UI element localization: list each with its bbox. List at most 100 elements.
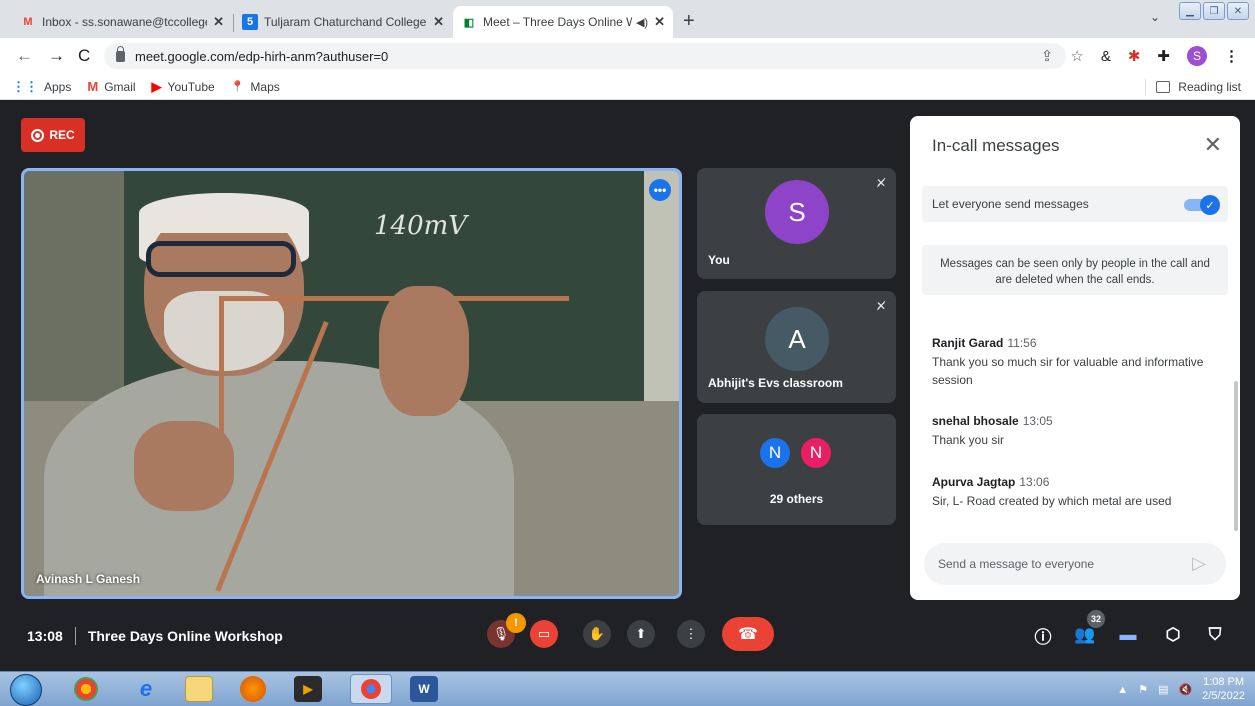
extension-icon[interactable]: &	[1101, 48, 1111, 65]
close-tab-icon[interactable]: ✕	[654, 14, 665, 30]
participant-tile-others[interactable]: N N 29 others	[697, 414, 896, 525]
maximize-button[interactable]: ❐	[1203, 2, 1225, 20]
bookmark-star-icon[interactable]: ☆	[1070, 47, 1083, 65]
chrome-profile-taskbar-icon[interactable]	[350, 674, 392, 704]
avatar: A	[765, 307, 829, 371]
tab-college[interactable]: 5 Tuljaram Chaturchand College of ✕	[234, 6, 452, 38]
speaker-hand-right	[379, 286, 469, 416]
new-tab-button[interactable]: +	[683, 10, 695, 33]
close-tab-icon[interactable]: ✕	[433, 14, 444, 30]
system-clock[interactable]: 1:08 PM 2/5/2022	[1202, 676, 1245, 704]
internet-explorer-icon[interactable]: e	[132, 676, 160, 702]
reading-list-icon	[1156, 81, 1171, 93]
send-messages-toggle[interactable]: ✓	[1184, 195, 1220, 215]
chrome-icon[interactable]	[74, 677, 98, 701]
share-icon[interactable]: ⇪	[1041, 47, 1054, 65]
meeting-details-icon[interactable]: ⓘ	[1031, 623, 1055, 647]
speaker-hair-top	[139, 193, 309, 233]
host-controls-icon[interactable]: ⛉	[1203, 623, 1227, 647]
bookmark-gmail[interactable]: M Gmail	[87, 79, 135, 94]
extensions-puzzle-icon[interactable]: ✚	[1157, 47, 1170, 65]
avatar: N	[758, 436, 792, 470]
forward-arrow-icon[interactable]: →	[48, 46, 65, 66]
college-site-icon: 5	[242, 14, 258, 30]
check-icon: ✓	[1200, 195, 1220, 215]
bookmark-label: YouTube	[167, 79, 215, 94]
send-message-input[interactable]	[924, 543, 1226, 585]
hand-icon: ✋	[588, 626, 606, 641]
tray-expand-icon[interactable]: ▲	[1117, 684, 1128, 696]
message-text: Thank you sir	[932, 432, 1005, 447]
tab-meet[interactable]: ◧ Meet – Three Days Online W ◀) ✕	[453, 6, 673, 38]
participant-tile-you[interactable]: S ✕̸ You	[697, 168, 896, 279]
let-everyone-send-row: Let everyone send messages ✓	[922, 186, 1228, 222]
present-button[interactable]: ⬆	[627, 620, 655, 648]
file-explorer-icon[interactable]	[185, 676, 213, 702]
close-tab-icon[interactable]: ✕	[213, 14, 224, 30]
more-options-button[interactable]: ⋮	[677, 620, 705, 648]
close-window-button[interactable]: ✕	[1227, 2, 1249, 20]
present-screen-icon: ⬆	[635, 626, 647, 641]
message-sender: Apurva Jagtap	[932, 475, 1016, 489]
bookmarks-bar: ⋮⋮ Apps M Gmail ▶ YouTube 📍 Maps Reading…	[0, 74, 1255, 100]
main-speaker-video[interactable]: 140mV ••• Avinash L Ganesh	[21, 168, 682, 599]
participant-tile-abhijit[interactable]: A ✕̸ Abhijit's Evs classroom	[697, 291, 896, 403]
camera-button[interactable]: ▭	[530, 620, 558, 648]
chat-scrollbar[interactable]	[1234, 381, 1238, 531]
maps-icon: 📍	[230, 81, 245, 93]
extension-bug-icon[interactable]: ✱	[1128, 47, 1141, 65]
back-arrow-icon[interactable]: ←	[16, 46, 33, 66]
people-icon[interactable]: 👥	[1073, 623, 1097, 647]
meeting-name: Three Days Online Workshop	[87, 628, 283, 644]
recording-indicator[interactable]: REC	[21, 118, 85, 152]
browser-menu-icon[interactable]: ⋮	[1224, 47, 1239, 65]
system-tray: ▲ ⚑ ▤ 🔇 1:08 PM 2/5/2022	[1117, 676, 1245, 704]
gmail-icon: M	[23, 16, 33, 28]
word-icon[interactable]: W	[410, 676, 438, 702]
start-button[interactable]	[10, 674, 42, 706]
tab-gmail-inbox[interactable]: M Inbox - ss.sonawane@tccollege.c ✕	[12, 6, 232, 38]
speaker-name: Avinash L Ganesh	[36, 572, 141, 586]
hang-up-icon: ☎	[738, 626, 758, 643]
send-icon[interactable]: ▷	[1192, 553, 1206, 574]
activities-icon[interactable]: ⬡	[1161, 623, 1185, 647]
profile-avatar[interactable]: S	[1187, 46, 1207, 66]
bookmark-apps[interactable]: ⋮⋮ Apps	[12, 79, 71, 95]
leave-call-button[interactable]: ☎	[722, 617, 774, 651]
close-icon[interactable]: ✕	[1204, 132, 1222, 158]
meeting-info: 13:08 Three Days Online Workshop	[27, 627, 283, 645]
media-player-icon[interactable]: ▶	[294, 676, 322, 702]
audio-playing-icon[interactable]: ◀)	[636, 16, 648, 29]
speaker-beard	[164, 291, 284, 371]
tab-search-chevron-icon[interactable]: ⌄	[1150, 10, 1160, 24]
windows-taskbar: e ▶ W ▲ ⚑ ▤ 🔇 1:08 PM 2/5/2022	[0, 671, 1255, 706]
chat-icon[interactable]: ▬	[1116, 623, 1140, 647]
reload-icon[interactable]: C	[78, 46, 90, 66]
volume-muted-icon[interactable]: 🔇	[1178, 683, 1192, 696]
firefox-icon[interactable]	[240, 676, 266, 702]
meet-stage: REC 140mV ••• Avinash L Ganesh S ✕̸ You …	[0, 101, 1255, 671]
bookmark-maps[interactable]: 📍 Maps	[231, 80, 280, 94]
network-icon[interactable]: ▤	[1158, 683, 1168, 696]
raise-hand-button[interactable]: ✋	[583, 620, 611, 648]
bookmark-youtube[interactable]: ▶ YouTube	[152, 79, 215, 95]
divider	[1145, 79, 1147, 95]
message-text: Sir, L- Road created by which metal are …	[932, 493, 1172, 508]
more-options-icon[interactable]: •••	[649, 179, 671, 201]
toolbar-icons: ⇪ ☆ & ✱ ✚ S ⋮	[1041, 46, 1239, 66]
clock-time: 1:08 PM	[1203, 676, 1245, 688]
mic-off-icon: ✕̸	[875, 299, 886, 313]
minimize-button[interactable]: ▁	[1179, 2, 1201, 20]
toggle-label: Let everyone send messages	[932, 197, 1089, 211]
youtube-icon: ▶	[151, 78, 162, 94]
clock-date: 2/5/2022	[1202, 689, 1245, 702]
mic-off-icon: ✕̸	[875, 176, 886, 190]
chat-message: Apurva Jagtap 13:06 Sir, L- Road created …	[932, 473, 1222, 510]
reading-list-button[interactable]: Reading list	[1145, 79, 1241, 95]
camera-off-icon: ▭	[537, 626, 551, 641]
flag-icon[interactable]: ⚑	[1138, 683, 1148, 696]
address-bar[interactable]: meet.google.com/edp-hirh-anm?authuser=0	[104, 43, 1066, 69]
avatar: N	[799, 436, 833, 470]
avatar: S	[765, 180, 829, 244]
browser-toolbar: ← → C meet.google.com/edp-hirh-anm?authu…	[0, 38, 1255, 74]
